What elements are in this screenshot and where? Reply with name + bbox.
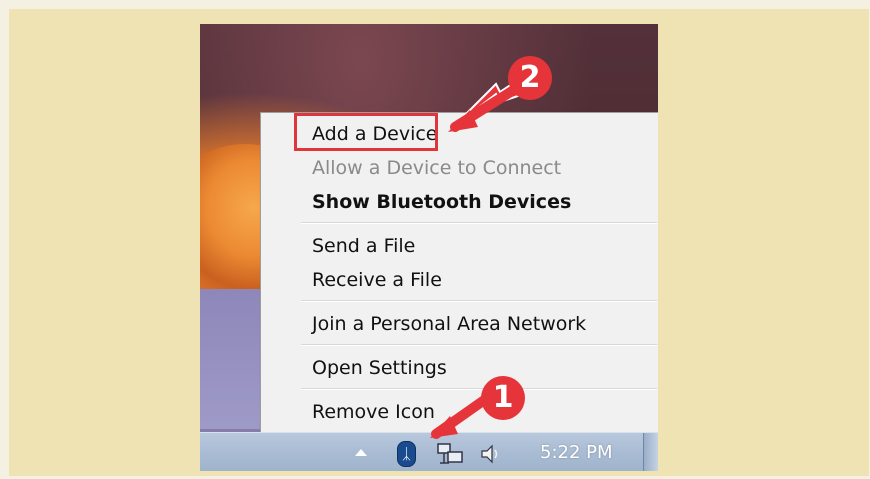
menu-separator: [301, 344, 657, 346]
menu-separator: [301, 388, 657, 390]
taskbar-clock[interactable]: 5:22 PM: [540, 442, 613, 463]
menu-item-join-pan[interactable]: Join a Personal Area Network: [312, 312, 586, 336]
menu-item-show-bluetooth-devices[interactable]: Show Bluetooth Devices: [312, 190, 571, 214]
desktop-screenshot: Add a Device Allow a Device to Connect S…: [200, 24, 658, 471]
show-desktop-button[interactable]: [643, 433, 658, 471]
show-hidden-icons-arrow[interactable]: [355, 449, 367, 456]
callout-badge-2: 2: [508, 56, 552, 100]
menu-item-send-file[interactable]: Send a File: [312, 234, 415, 258]
menu-item-remove-icon[interactable]: Remove Icon: [312, 400, 435, 424]
network-icon[interactable]: [437, 442, 465, 466]
bluetooth-icon[interactable]: ᛣ: [397, 441, 416, 467]
menu-separator: [301, 222, 657, 224]
volume-icon[interactable]: [479, 442, 503, 466]
callout-badge-1: 1: [481, 376, 525, 420]
menu-item-allow-device: Allow a Device to Connect: [312, 157, 562, 179]
bluetooth-context-menu: Add a Device Allow a Device to Connect S…: [260, 112, 658, 434]
menu-separator: [301, 300, 657, 302]
menu-item-open-settings[interactable]: Open Settings: [312, 356, 447, 380]
taskbar-notification-area: ᛣ 5:22 PM: [200, 432, 658, 471]
add-device-highlight-box: [294, 113, 438, 151]
menu-item-receive-file[interactable]: Receive a File: [312, 268, 442, 292]
